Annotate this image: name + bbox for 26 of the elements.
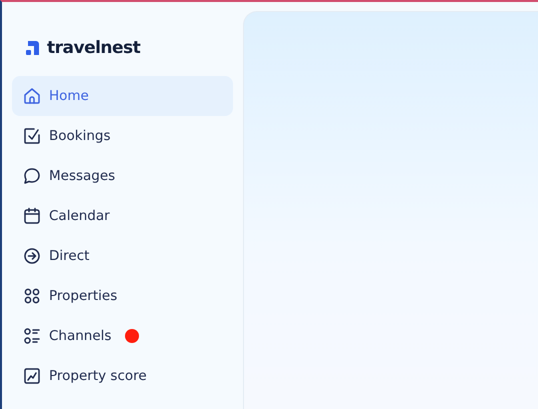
sidebar-item[interactable]: Property score xyxy=(12,356,233,396)
sidebar-item[interactable]: Bookings xyxy=(12,116,233,156)
sidebar-item-label: Channels xyxy=(49,328,112,344)
logo-icon xyxy=(26,41,39,55)
list-icon xyxy=(23,327,41,345)
house-icon xyxy=(23,87,41,105)
sidebar-item-label: Bookings xyxy=(49,128,111,144)
sidebar-item-label: Property score xyxy=(49,368,147,384)
circles-grid-icon xyxy=(23,287,41,305)
sidebar-item[interactable]: Properties xyxy=(12,276,233,316)
sidebar-item-label: Home xyxy=(49,88,89,104)
sidebar-item-label: Calendar xyxy=(49,208,110,224)
sidebar-item[interactable]: Direct xyxy=(12,236,233,276)
sidebar-item[interactable]: Messages xyxy=(12,156,233,196)
sidebar-item-label: Messages xyxy=(49,168,116,184)
checkbox-icon xyxy=(23,127,41,145)
chart-icon xyxy=(23,367,41,385)
sidebar-item[interactable]: Channels xyxy=(12,316,233,356)
sidebar-item[interactable]: Calendar xyxy=(12,196,233,236)
sidebar-item[interactable]: Home xyxy=(12,76,233,116)
sidebar-item-label: Direct xyxy=(49,248,90,264)
arrow-circle-icon xyxy=(23,247,41,265)
calendar-icon xyxy=(23,207,41,225)
sidebar-item-label: Properties xyxy=(49,288,118,304)
speech-bubble-icon xyxy=(23,167,41,185)
logo-text: travelnest xyxy=(47,38,140,58)
